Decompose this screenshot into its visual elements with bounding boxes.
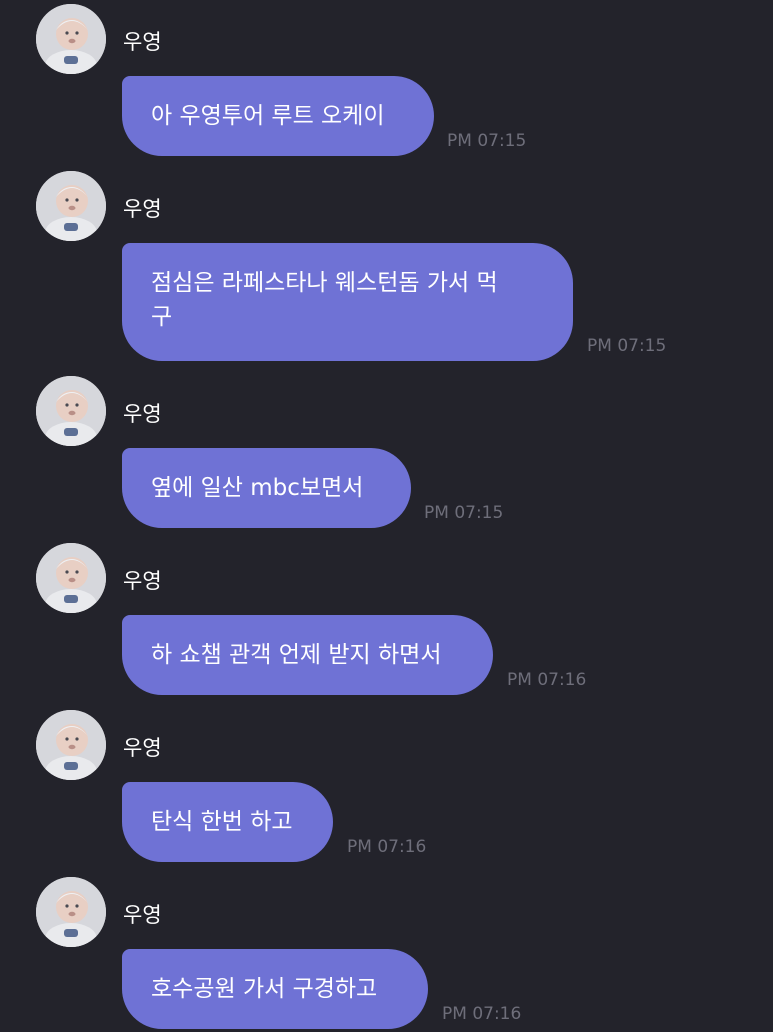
message-time: PM 07:15 (447, 131, 527, 151)
avatar[interactable] (36, 4, 106, 74)
message-time: PM 07:16 (347, 837, 427, 857)
message-bubble[interactable]: 옆에 일산 mbc보면서 (122, 448, 411, 528)
avatar[interactable] (36, 376, 106, 446)
baby-photo-avatar-icon (36, 171, 106, 241)
sender-name: 우영 (123, 903, 162, 927)
message-bubble[interactable]: 아 우영투어 루트 오케이 (122, 76, 434, 156)
avatar[interactable] (36, 710, 106, 780)
sender-name: 우영 (123, 30, 162, 54)
baby-photo-avatar-icon (36, 4, 106, 74)
message-bubble[interactable]: 점심은 라페스타나 웨스턴돔 가서 먹구 (122, 243, 573, 361)
message-bubble[interactable]: 탄식 한번 하고 (122, 782, 333, 862)
baby-photo-avatar-icon (36, 376, 106, 446)
sender-name: 우영 (123, 569, 162, 593)
message-bubble[interactable]: 하 쇼챔 관객 언제 받지 하면서 (122, 615, 493, 695)
message-time: PM 07:16 (442, 1004, 522, 1024)
baby-photo-avatar-icon (36, 877, 106, 947)
avatar[interactable] (36, 543, 106, 613)
message-time: PM 07:15 (587, 336, 667, 356)
sender-name: 우영 (123, 736, 162, 760)
sender-name: 우영 (123, 402, 162, 426)
message-time: PM 07:16 (507, 670, 587, 690)
avatar[interactable] (36, 877, 106, 947)
chat-thread: 우영 아 우영투어 루트 오케이 PM 07:15 우영 점심은 라페스타나 웨… (0, 0, 773, 1032)
baby-photo-avatar-icon (36, 710, 106, 780)
avatar[interactable] (36, 171, 106, 241)
baby-photo-avatar-icon (36, 543, 106, 613)
message-bubble[interactable]: 호수공원 가서 구경하고 (122, 949, 428, 1029)
message-time: PM 07:15 (424, 503, 504, 523)
sender-name: 우영 (123, 197, 162, 221)
